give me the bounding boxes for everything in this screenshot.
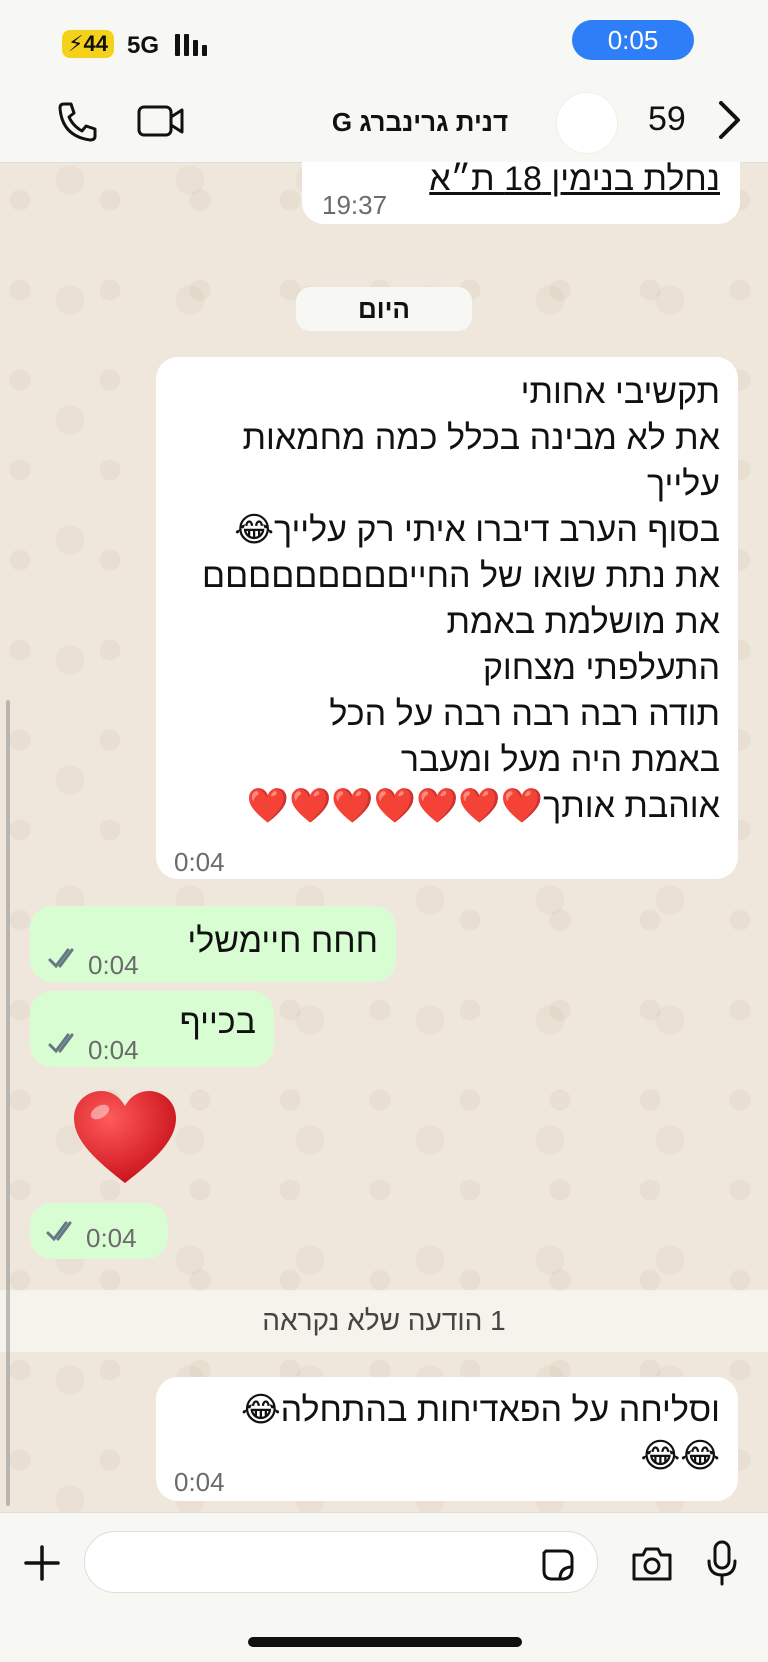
double-check-icon	[46, 1221, 72, 1242]
message-line: את נתת שואו של החייםםםםםםםםם	[202, 557, 720, 595]
message-line: עלייך	[647, 465, 720, 503]
signal-bars-icon	[175, 30, 207, 56]
message-line: תקשיבי אחותי	[520, 373, 720, 411]
message-time: 0:04	[88, 1035, 139, 1065]
camera-icon[interactable]	[630, 1545, 674, 1583]
unread-count[interactable]: 59	[648, 100, 686, 139]
charging-icon: ⚡	[68, 31, 84, 56]
message-bubble-outgoing[interactable]: 0:04	[30, 1203, 168, 1259]
message-bubble-incoming[interactable]: תקשיבי אחותי את לא מבינה בכלל כמה מחמאות…	[156, 357, 738, 879]
battery-indicator: ⚡44	[62, 30, 114, 58]
message-body: תקשיבי אחותי את לא מבינה בכלל כמה מחמאות…	[202, 369, 720, 829]
home-indicator	[248, 1637, 522, 1647]
message-line: את לא מבינה בכלל כמה מחמאות	[242, 419, 720, 457]
unread-messages-banner: 1 הודעה שלא נקראה	[0, 1290, 768, 1352]
message-line: תודה רבה רבה רבה על הכל	[329, 695, 720, 733]
message-time: 0:04	[86, 1223, 137, 1253]
status-time[interactable]: 0:05	[572, 20, 694, 60]
message-line: וסליחה על הפאדיחות בהתחלה😂	[240, 1391, 720, 1429]
message-body: וסליחה על הפאדיחות בהתחלה😂 😂😂	[241, 1387, 720, 1479]
scrollbar[interactable]	[6, 700, 10, 1506]
message-line: בסוף הערב דיברו איתי רק עלייך😂	[234, 511, 720, 549]
video-icon[interactable]	[136, 98, 186, 144]
message-line: אוהבת אותך❤️❤️❤️❤️❤️❤️❤️	[246, 787, 720, 825]
day-separator: היום	[296, 287, 472, 331]
contact-name[interactable]: דנית גרינברג G	[300, 107, 540, 138]
message-text: בכייף	[179, 1003, 256, 1041]
message-line: באמת היה מעל ומעבר	[400, 741, 720, 779]
message-bubble-outgoing[interactable]: חחח חיימשלי 0:04	[30, 906, 396, 982]
sticker-icon[interactable]	[540, 1547, 576, 1583]
message-input[interactable]	[84, 1531, 598, 1593]
plus-icon[interactable]	[22, 1543, 62, 1583]
phone-icon[interactable]	[52, 98, 102, 144]
contact-avatar[interactable]	[556, 92, 618, 154]
network-type: 5G	[127, 32, 160, 59]
microphone-icon[interactable]	[705, 1539, 739, 1587]
status-bar: ⚡44 5G 0:05	[0, 0, 768, 80]
chat-header: דנית גרינברג G 59	[0, 80, 768, 163]
message-time: 0:04	[174, 1467, 225, 1497]
double-check-icon	[48, 948, 74, 969]
message-text: חחח חיימשלי	[187, 922, 378, 960]
message-text: נחלת בנימין 18 ת״א	[429, 160, 720, 198]
message-time: 0:04	[174, 847, 225, 877]
message-line: 😂😂	[640, 1437, 720, 1475]
message-bubble-incoming[interactable]: וסליחה על הפאדיחות בהתחלה😂 😂😂 0:04	[156, 1377, 738, 1501]
message-bubble-outgoing[interactable]: בכייף 0:04	[30, 991, 274, 1067]
heart-emoji-icon[interactable]	[70, 1088, 180, 1188]
double-check-icon	[48, 1033, 74, 1054]
message-line: התעלפתי מצחוק	[482, 649, 720, 687]
chevron-right-icon[interactable]	[714, 98, 744, 142]
battery-level: 44	[83, 31, 108, 56]
message-time: 0:04	[88, 950, 139, 980]
message-line: את מושלמת באמת	[446, 603, 720, 641]
message-bubble-incoming[interactable]: נחלת בנימין 18 ת״א 19:37	[302, 160, 740, 224]
message-time: 19:37	[322, 190, 388, 220]
message-composer	[0, 1512, 768, 1662]
